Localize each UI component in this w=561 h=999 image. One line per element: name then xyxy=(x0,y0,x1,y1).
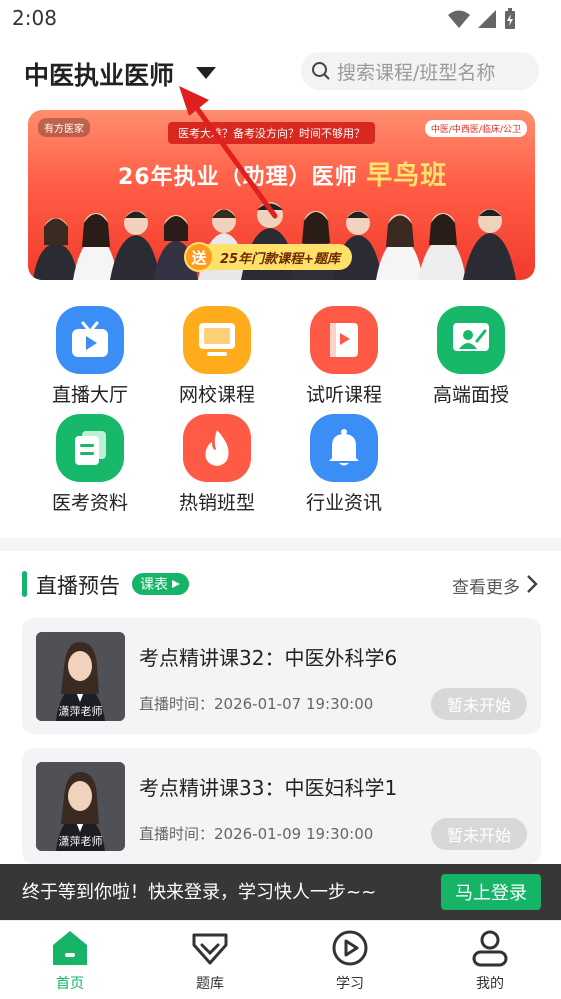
grid-label: 行业资讯 xyxy=(305,492,382,514)
banner-gift: 送 25年门款课程+题库 xyxy=(184,242,352,272)
login-button[interactable]: 马上登录 xyxy=(441,874,541,910)
teacher-name: 潇萍老师 xyxy=(58,835,103,848)
view-more-link[interactable]: 查看更多 xyxy=(452,573,520,598)
annotation-arrow-icon xyxy=(179,86,278,219)
wifi-icon xyxy=(448,10,470,28)
not-started-button[interactable]: 暂未开始 xyxy=(431,818,527,850)
search-bar[interactable]: 搜索课程/班型名称 xyxy=(301,52,539,90)
not-started-button[interactable]: 暂未开始 xyxy=(431,688,527,720)
live-item-title: 考点精讲课32：中医外科学6 xyxy=(139,646,398,670)
teacher-icon xyxy=(437,306,505,374)
live-preview-title: 直播预告 xyxy=(36,574,120,598)
grid-label: 试听课程 xyxy=(305,384,382,406)
gift-badge: 送 xyxy=(184,242,214,272)
live-item-card[interactable]: 潇萍老师 考点精讲课33：中医妇科学1 直播时间：2026-01-09 19:3… xyxy=(22,748,541,864)
section-accent-bar xyxy=(22,571,27,597)
tv-icon xyxy=(56,306,124,374)
flame-icon xyxy=(183,414,251,482)
status-icons xyxy=(447,8,517,30)
grid-label: 直播大厅 xyxy=(51,384,128,406)
banner-tags: 中医/中西医/临床/公卫 xyxy=(424,120,527,137)
login-prompt-message: 终于等到你啦！快来登录，学习快人一步~~ xyxy=(22,882,377,903)
grid-label: 网校课程 xyxy=(178,384,255,406)
gift-text: 25年门款课程+题库 xyxy=(220,251,340,267)
live-item-title: 考点精讲课33：中医妇科学1 xyxy=(139,776,398,800)
monitor-icon xyxy=(183,306,251,374)
tab-home[interactable]: 首页 xyxy=(30,929,110,993)
search-icon xyxy=(312,62,330,80)
teacher-avatar: 潇萍老师 xyxy=(36,762,125,851)
grid-item-hot-classes[interactable]: 热销班型 xyxy=(153,414,281,515)
tab-question-bank[interactable]: 题库 xyxy=(170,929,250,993)
play-small-icon xyxy=(172,580,180,588)
grid-label: 热销班型 xyxy=(178,492,255,514)
tab-study[interactable]: 学习 xyxy=(310,929,390,993)
bottom-tab-bar: 首页 题库 学习 我的 xyxy=(0,920,561,999)
grid-item-exam-materials[interactable]: 医考资料 xyxy=(26,414,154,515)
teacher-avatar: 潇萍老师 xyxy=(36,632,125,721)
battery-icon xyxy=(505,8,515,29)
tab-mine[interactable]: 我的 xyxy=(450,929,530,993)
grid-item-trial-courses[interactable]: 试听课程 xyxy=(280,306,408,407)
login-prompt-bar: 终于等到你啦！快来登录，学习快人一步~~ 马上登录 xyxy=(0,864,561,920)
tab-label: 题库 xyxy=(196,976,224,992)
schedule-tag-label: 课表 xyxy=(140,577,168,593)
bell-icon xyxy=(310,414,378,482)
home-icon xyxy=(53,931,87,965)
grid-item-industry-news[interactable]: 行业资讯 xyxy=(280,414,408,515)
user-icon xyxy=(472,930,508,967)
tab-label: 首页 xyxy=(56,976,84,992)
exam-category-title[interactable]: 中医执业医师 xyxy=(24,56,174,92)
book-icon xyxy=(310,306,378,374)
caret-down-icon[interactable] xyxy=(195,66,217,80)
teacher-name: 潇萍老师 xyxy=(58,705,103,718)
live-preview-header: 直播预告 课表 查看更多 xyxy=(22,566,542,602)
grid-item-online-courses[interactable]: 网校课程 xyxy=(153,306,281,407)
search-placeholder: 搜索课程/班型名称 xyxy=(337,61,496,84)
chevron-right-icon[interactable] xyxy=(526,574,538,594)
status-bar: 2:08 xyxy=(0,0,561,38)
live-item-time: 直播时间：2026-01-09 19:30:00 xyxy=(139,825,374,843)
grid-label: 医考资料 xyxy=(51,492,128,514)
schedule-tag[interactable]: 课表 xyxy=(132,573,189,595)
play-circle-icon xyxy=(332,930,368,966)
documents-icon xyxy=(56,414,124,482)
tab-label: 学习 xyxy=(336,976,364,992)
grid-item-live-hall[interactable]: 直播大厅 xyxy=(26,306,154,407)
signal-icon xyxy=(478,10,496,28)
live-item-time: 直播时间：2026-01-07 19:30:00 xyxy=(139,695,374,713)
banner-brand: 有方医家 xyxy=(38,118,90,137)
live-item-card[interactable]: 潇萍老师 考点精讲课32：中医外科学6 直播时间：2026-01-07 19:3… xyxy=(22,618,541,734)
status-time: 2:08 xyxy=(12,6,57,30)
grid-item-premium-teaching[interactable]: 高端面授 xyxy=(407,306,535,407)
question-bank-icon xyxy=(192,933,228,965)
tab-label: 我的 xyxy=(476,976,504,992)
grid-label: 高端面授 xyxy=(432,384,509,406)
